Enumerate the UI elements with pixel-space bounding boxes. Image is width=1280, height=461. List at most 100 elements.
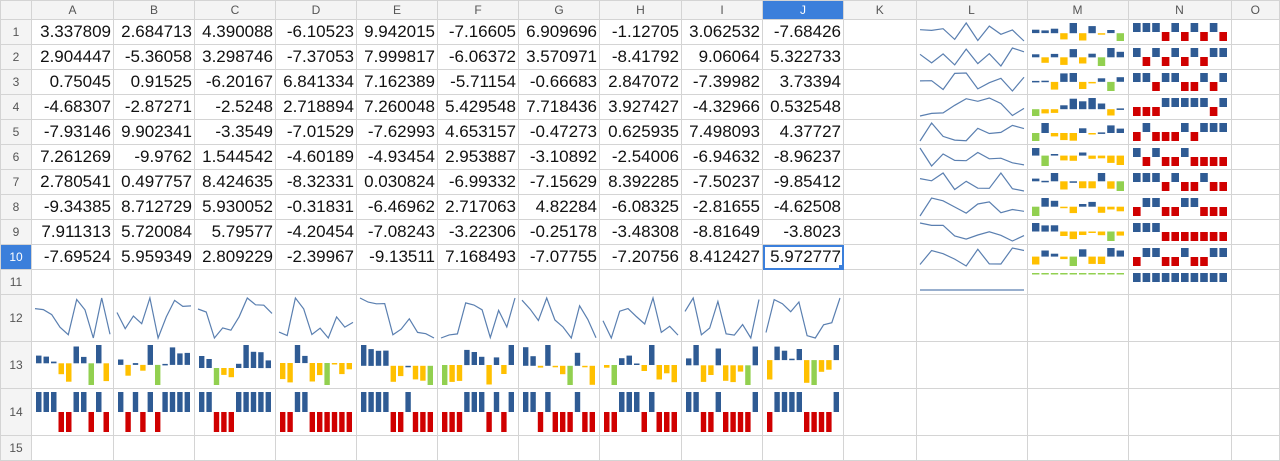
cell-H13[interactable] (599, 341, 683, 389)
cell-K6[interactable] (843, 144, 917, 170)
cell-A5[interactable]: -7.93146 (31, 119, 115, 145)
cell-E10[interactable]: -9.13511 (356, 244, 439, 270)
cell-M3[interactable] (1026, 69, 1129, 95)
cell-K5[interactable] (843, 119, 917, 145)
cell-A3[interactable]: 0.75045 (31, 69, 115, 95)
cell-G3[interactable]: -0.66683 (518, 69, 601, 95)
cell-O1[interactable] (1230, 19, 1280, 45)
column-header-D[interactable]: D (275, 0, 358, 20)
cell-F7[interactable]: -6.99332 (437, 169, 520, 195)
cell-B12[interactable] (113, 294, 196, 342)
cell-A11[interactable] (31, 269, 115, 295)
row-header-10[interactable]: 10 (0, 244, 33, 270)
cell-K14[interactable] (843, 388, 917, 436)
cell-D1[interactable]: -6.10523 (275, 19, 358, 45)
cell-I12[interactable] (681, 294, 764, 342)
column-header-A[interactable]: A (31, 0, 115, 20)
cell-H6[interactable]: -2.54006 (599, 144, 683, 170)
cell-I15[interactable] (681, 435, 764, 461)
cell-F14[interactable] (437, 388, 520, 436)
cell-O12[interactable] (1230, 294, 1280, 342)
cell-D2[interactable]: -7.37053 (275, 44, 358, 70)
cell-K15[interactable] (843, 435, 917, 461)
cell-N8[interactable] (1127, 194, 1232, 220)
cell-O5[interactable] (1230, 119, 1280, 145)
cell-H12[interactable] (599, 294, 683, 342)
cell-M14[interactable] (1026, 388, 1129, 436)
row-header-2[interactable]: 2 (0, 44, 33, 70)
column-header-E[interactable]: E (356, 0, 439, 20)
cell-K7[interactable] (843, 169, 917, 195)
cell-O11[interactable] (1230, 269, 1280, 295)
cell-K3[interactable] (843, 69, 917, 95)
cell-N1[interactable] (1127, 19, 1232, 45)
cell-K10[interactable] (843, 244, 917, 270)
cell-O13[interactable] (1230, 341, 1280, 389)
cell-A9[interactable]: 7.911313 (31, 219, 115, 245)
cell-H4[interactable]: 3.927427 (599, 94, 683, 120)
cell-I11[interactable] (681, 269, 764, 295)
cell-F13[interactable] (437, 341, 520, 389)
cell-H5[interactable]: 0.625935 (599, 119, 683, 145)
cell-G15[interactable] (518, 435, 601, 461)
cell-E5[interactable]: -7.62993 (356, 119, 439, 145)
cell-L9[interactable] (915, 219, 1028, 245)
column-header-N[interactable]: N (1127, 0, 1232, 20)
cell-D6[interactable]: -4.60189 (275, 144, 358, 170)
cell-B8[interactable]: 8.712729 (113, 194, 196, 220)
cell-L2[interactable] (915, 44, 1028, 70)
cell-A1[interactable]: 3.337809 (31, 19, 115, 45)
row-header-4[interactable]: 4 (0, 94, 33, 120)
cell-B13[interactable] (113, 341, 196, 389)
cell-H14[interactable] (599, 388, 683, 436)
cell-H10[interactable]: -7.20756 (599, 244, 683, 270)
cell-E15[interactable] (356, 435, 439, 461)
cell-A6[interactable]: 7.261269 (31, 144, 115, 170)
column-header-K[interactable]: K (843, 0, 917, 20)
cell-O10[interactable] (1230, 244, 1280, 270)
cell-B3[interactable]: 0.91525 (113, 69, 196, 95)
cell-M13[interactable] (1026, 341, 1129, 389)
cell-I7[interactable]: -7.50237 (681, 169, 764, 195)
row-header-14[interactable]: 14 (0, 388, 33, 436)
cell-N3[interactable] (1127, 69, 1232, 95)
cell-G12[interactable] (518, 294, 601, 342)
cell-O8[interactable] (1230, 194, 1280, 220)
cell-E4[interactable]: 7.260048 (356, 94, 439, 120)
cell-E12[interactable] (356, 294, 439, 342)
cell-N7[interactable] (1127, 169, 1232, 195)
cell-D11[interactable] (275, 269, 358, 295)
cell-M15[interactable] (1026, 435, 1129, 461)
cell-J14[interactable] (762, 388, 845, 436)
cell-G10[interactable]: -7.07755 (518, 244, 601, 270)
cell-D5[interactable]: -7.01529 (275, 119, 358, 145)
cell-G7[interactable]: -7.15629 (518, 169, 601, 195)
cell-C7[interactable]: 8.424635 (194, 169, 277, 195)
cell-C10[interactable]: 2.809229 (194, 244, 277, 270)
cell-M1[interactable] (1026, 19, 1129, 45)
cell-D3[interactable]: 6.841334 (275, 69, 358, 95)
cell-N6[interactable] (1127, 144, 1232, 170)
cell-D12[interactable] (275, 294, 358, 342)
column-header-H[interactable]: H (599, 0, 683, 20)
cell-F5[interactable]: 4.653157 (437, 119, 520, 145)
cell-L14[interactable] (915, 388, 1028, 436)
cell-O6[interactable] (1230, 144, 1280, 170)
cell-B14[interactable] (113, 388, 196, 436)
cell-C9[interactable]: 5.79577 (194, 219, 277, 245)
cell-E1[interactable]: 9.942015 (356, 19, 439, 45)
cell-M6[interactable] (1026, 144, 1129, 170)
cell-A7[interactable]: 2.780541 (31, 169, 115, 195)
cell-N5[interactable] (1127, 119, 1232, 145)
cell-M12[interactable] (1026, 294, 1129, 342)
column-header-F[interactable]: F (437, 0, 520, 20)
cell-F15[interactable] (437, 435, 520, 461)
row-header-6[interactable]: 6 (0, 144, 33, 170)
cell-L6[interactable] (915, 144, 1028, 170)
row-header-5[interactable]: 5 (0, 119, 33, 145)
cell-O2[interactable] (1230, 44, 1280, 70)
cell-H3[interactable]: 2.847072 (599, 69, 683, 95)
cell-G9[interactable]: -0.25178 (518, 219, 601, 245)
cell-I5[interactable]: 7.498093 (681, 119, 764, 145)
cell-G13[interactable] (518, 341, 601, 389)
